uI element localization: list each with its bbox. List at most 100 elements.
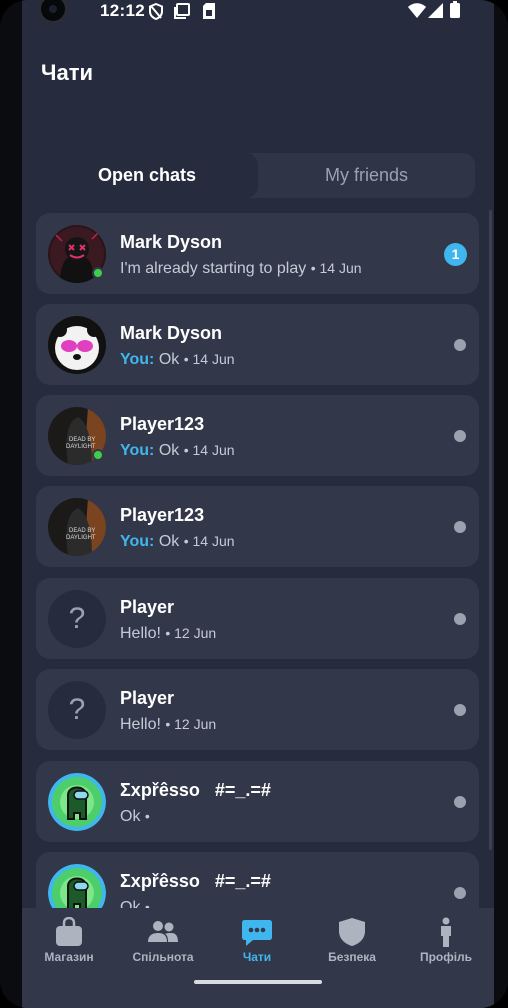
message-text: I'm already starting to play — [120, 260, 307, 277]
nav-item-chats[interactable]: Чати — [210, 908, 304, 978]
chat-item[interactable]: Σxpřêsso #=_.=# Ok • — [36, 761, 479, 842]
dbd-logo-text: DEAD BY — [69, 528, 95, 534]
avatar-container: ? — [48, 681, 106, 739]
avatar-container — [48, 316, 106, 374]
chat-bubble-icon — [242, 920, 272, 946]
nav-label: Профіль — [419, 950, 473, 964]
read-status-dot — [454, 887, 466, 899]
unread-count-badge: 1 — [444, 243, 467, 266]
message-date: • 14 Jun — [183, 351, 235, 367]
phone-bezel-left — [0, 0, 22, 1008]
chat-name: Player — [120, 688, 175, 708]
app-screen: 12:12 Чати My friends Open chats Mark Dy… — [22, 0, 494, 1008]
vpn-shield-icon — [149, 3, 163, 20]
question-mark-avatar: ? — [48, 590, 106, 648]
message-text: Ok — [158, 442, 180, 459]
read-status-dot — [454, 613, 466, 625]
chat-name: Mark Dyson — [120, 232, 223, 252]
online-indicator — [92, 449, 104, 461]
message-text: Ok — [158, 533, 180, 550]
nav-item-profile[interactable]: Профіль — [399, 908, 493, 978]
avatar-container — [48, 773, 106, 831]
battery-icon — [450, 1, 460, 18]
chat-item[interactable]: Mark Dyson I'm already starting to play … — [36, 213, 479, 294]
nav-item-shop[interactable]: Магазин — [22, 908, 116, 978]
chat-name: Σxpřêsso #=_.=# — [120, 871, 271, 891]
read-status-dot — [454, 521, 466, 533]
status-bar: 12:12 — [22, 0, 494, 24]
message-date: • 14 Jun — [310, 260, 362, 276]
chat-tabs: My friends Open chats — [36, 153, 475, 198]
chat-item[interactable]: Mark Dyson You: Ok • 14 Jun — [36, 304, 479, 385]
dead-by-daylight-avatar: DEAD BY DAYLIGHT — [48, 498, 106, 556]
chat-preview: Hello! • 12 Jun — [120, 716, 216, 734]
sim-card-icon — [203, 3, 215, 19]
bottom-navigation: Магазин Спільнота Чати Безпека Профіль — [22, 908, 494, 1008]
dbd-logo-text: DAYLIGHT — [66, 444, 96, 450]
nav-item-security[interactable]: Безпека — [305, 908, 399, 978]
community-icon — [148, 921, 178, 942]
message-text: Hello! — [120, 716, 161, 733]
home-indicator[interactable] — [194, 980, 322, 984]
chat-preview: You: Ok • 14 Jun — [120, 351, 235, 369]
message-text: Ok — [120, 808, 141, 825]
you-label: You: — [120, 351, 155, 368]
shopping-bag-icon — [56, 917, 82, 946]
avatar-container: DEAD BY DAYLIGHT — [48, 498, 106, 556]
avatar-container: ? — [48, 590, 106, 648]
chat-preview: Ok • — [120, 808, 150, 826]
chat-name: Player123 — [120, 505, 205, 525]
message-text: Hello! — [120, 625, 161, 642]
nav-label: Спільнота — [132, 950, 194, 964]
among-us-avatar — [48, 773, 106, 831]
message-date: • 14 Jun — [183, 442, 235, 458]
nav-item-community[interactable]: Спільнота — [116, 908, 210, 978]
phone-bezel-right — [494, 0, 508, 1008]
page-title: Чати — [41, 60, 93, 85]
chat-preview: Hello! • 12 Jun — [120, 625, 216, 643]
chat-name: Player — [120, 597, 175, 617]
screenshot-icon — [174, 3, 190, 19]
dbd-logo-text: DEAD BY — [69, 437, 95, 443]
message-date: • 12 Jun — [165, 716, 217, 732]
chat-preview: You: Ok • 14 Jun — [120, 442, 235, 460]
avatar-container — [48, 225, 106, 283]
chat-preview: I'm already starting to play • 14 Jun — [120, 260, 362, 278]
question-mark-avatar: ? — [48, 681, 106, 739]
read-status-dot — [454, 430, 466, 442]
you-label: You: — [120, 533, 155, 550]
chat-list-scrollbar[interactable] — [489, 210, 492, 850]
nav-label: Безпека — [328, 950, 376, 964]
panda-avatar — [48, 316, 106, 374]
message-date: • 12 Jun — [165, 625, 217, 641]
online-indicator — [92, 267, 104, 279]
message-date: • — [144, 808, 150, 824]
chat-name: Σxpřêsso #=_.=# — [120, 780, 271, 800]
read-status-dot — [454, 796, 466, 808]
chat-name: Player123 — [120, 414, 205, 434]
you-label: You: — [120, 442, 155, 459]
wifi-icon — [408, 3, 426, 18]
nav-label: Чати — [242, 950, 272, 964]
phone-frame: 12:12 Чати My friends Open chats Mark Dy… — [0, 0, 508, 1008]
avatar-container: DEAD BY DAYLIGHT — [48, 407, 106, 465]
message-date: • 14 Jun — [183, 533, 235, 549]
tab-my-friends[interactable]: My friends — [258, 153, 475, 198]
signal-icon — [428, 3, 443, 18]
tab-open-chats[interactable]: Open chats — [36, 153, 258, 198]
chat-preview: You: Ok • 14 Jun — [120, 533, 235, 551]
status-time: 12:12 — [100, 1, 145, 20]
front-camera — [38, 0, 68, 24]
chat-name: Mark Dyson — [120, 323, 223, 343]
nav-label: Магазин — [44, 950, 94, 964]
chat-item[interactable]: ? Player Hello! • 12 Jun — [36, 669, 479, 750]
person-icon — [441, 917, 451, 947]
dbd-logo-text: DAYLIGHT — [66, 535, 96, 541]
chat-item[interactable]: DEAD BY DAYLIGHT Player123 You: Ok • 14 … — [36, 395, 479, 476]
chat-item[interactable]: DEAD BY DAYLIGHT Player123 You: Ok • 14 … — [36, 486, 479, 567]
shield-icon — [339, 918, 365, 946]
read-status-dot — [454, 704, 466, 716]
read-status-dot — [454, 339, 466, 351]
message-text: Ok — [158, 351, 180, 368]
chat-item[interactable]: ? Player Hello! • 12 Jun — [36, 578, 479, 659]
